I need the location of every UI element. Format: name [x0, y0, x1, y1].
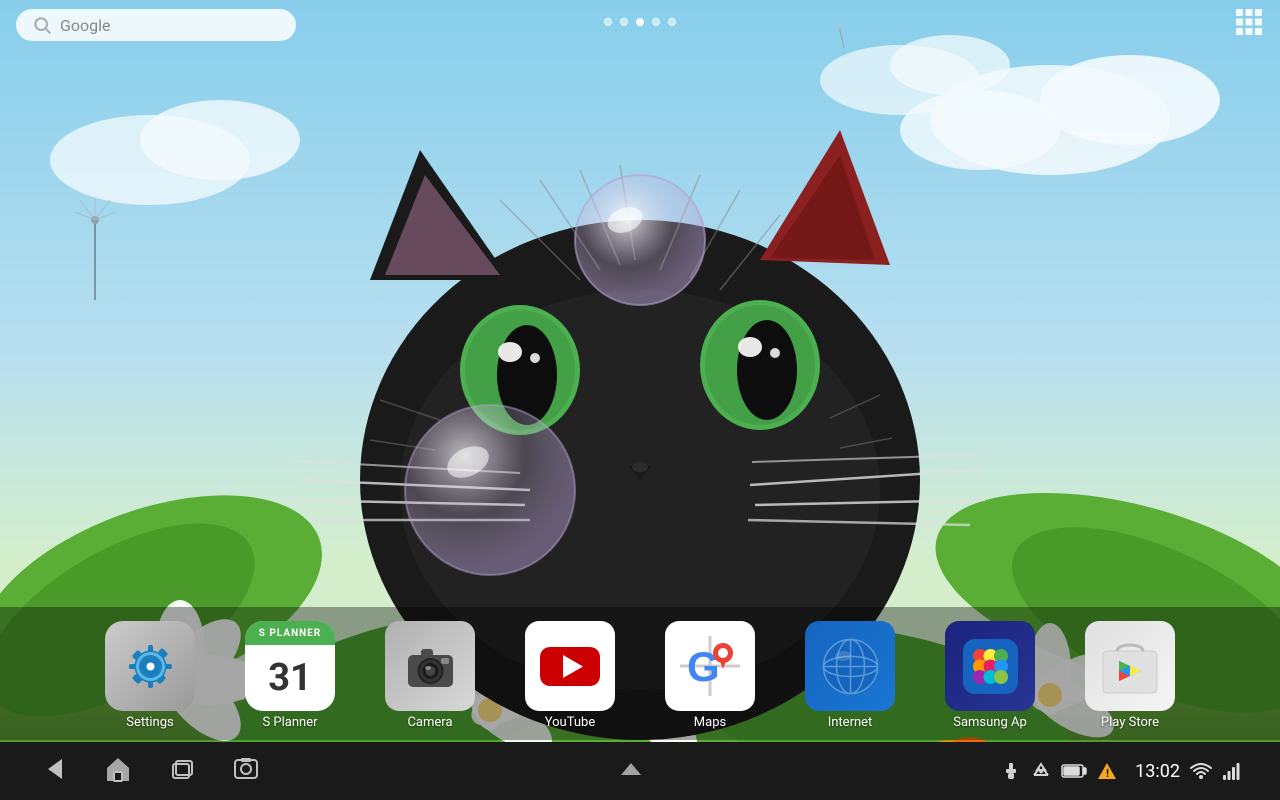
splanner-icon: S PLANNER 31 — [245, 621, 335, 711]
playstore-icon — [1085, 621, 1175, 711]
nav-bar: ! 13:02 — [0, 742, 1280, 800]
time-display: 13:02 — [1135, 761, 1180, 782]
search-text: Google — [60, 16, 111, 35]
app-camera[interactable]: Camera — [360, 617, 500, 734]
nav-left — [40, 755, 260, 788]
warning-icon: ! — [1097, 761, 1117, 781]
playstore-label: Play Store — [1101, 715, 1159, 730]
page-dot-5[interactable] — [668, 18, 676, 26]
page-dots — [604, 18, 676, 26]
nav-center — [617, 755, 645, 788]
up-arrow-button[interactable] — [617, 755, 645, 788]
all-apps-button[interactable] — [1234, 7, 1264, 43]
top-bar: Google — [0, 0, 1280, 50]
page-dot-4[interactable] — [652, 18, 660, 26]
youtube-label: YouTube — [545, 715, 596, 730]
app-splanner[interactable]: S PLANNER 31 S Planner — [220, 617, 360, 734]
samsung-label: Samsung Ap — [953, 715, 1027, 730]
app-samsung[interactable]: Samsung Ap — [920, 617, 1060, 734]
page-dot-3[interactable] — [636, 18, 644, 26]
signal-icon — [1222, 761, 1240, 781]
internet-icon — [805, 621, 895, 711]
app-internet[interactable]: Internet — [780, 617, 920, 734]
maps-label: Maps — [694, 715, 726, 730]
usb-icon — [1001, 761, 1021, 781]
wifi-icon — [1190, 761, 1212, 781]
splanner-day: 31 — [268, 656, 312, 700]
app-settings[interactable]: Settings — [80, 617, 220, 734]
recycle-icon — [1031, 761, 1051, 781]
nav-right: ! 13:02 — [1001, 761, 1240, 782]
dock: Settings S PLANNER 31 S Planner — [0, 607, 1280, 740]
internet-label: Internet — [828, 715, 873, 730]
settings-label: Settings — [126, 715, 173, 730]
app-maps[interactable]: G Maps — [640, 617, 780, 734]
camera-label: Camera — [407, 715, 452, 730]
maps-icon: G — [665, 621, 755, 711]
search-icon — [32, 15, 52, 35]
recents-button[interactable] — [168, 755, 196, 788]
search-bar[interactable]: Google — [16, 9, 296, 41]
app-youtube[interactable]: YouTube — [500, 617, 640, 734]
page-dot-1[interactable] — [604, 18, 612, 26]
samsung-icon — [945, 621, 1035, 711]
splanner-label: S Planner — [262, 715, 317, 730]
back-button[interactable] — [40, 755, 68, 788]
home-button[interactable] — [104, 755, 132, 788]
camera-icon — [385, 621, 475, 711]
app-playstore[interactable]: Play Store — [1060, 617, 1200, 734]
screenshot-button[interactable] — [232, 755, 260, 788]
page-dot-2[interactable] — [620, 18, 628, 26]
svg-text:!: ! — [1106, 767, 1109, 780]
settings-icon — [105, 621, 195, 711]
youtube-icon — [525, 621, 615, 711]
battery-icon — [1061, 761, 1087, 781]
